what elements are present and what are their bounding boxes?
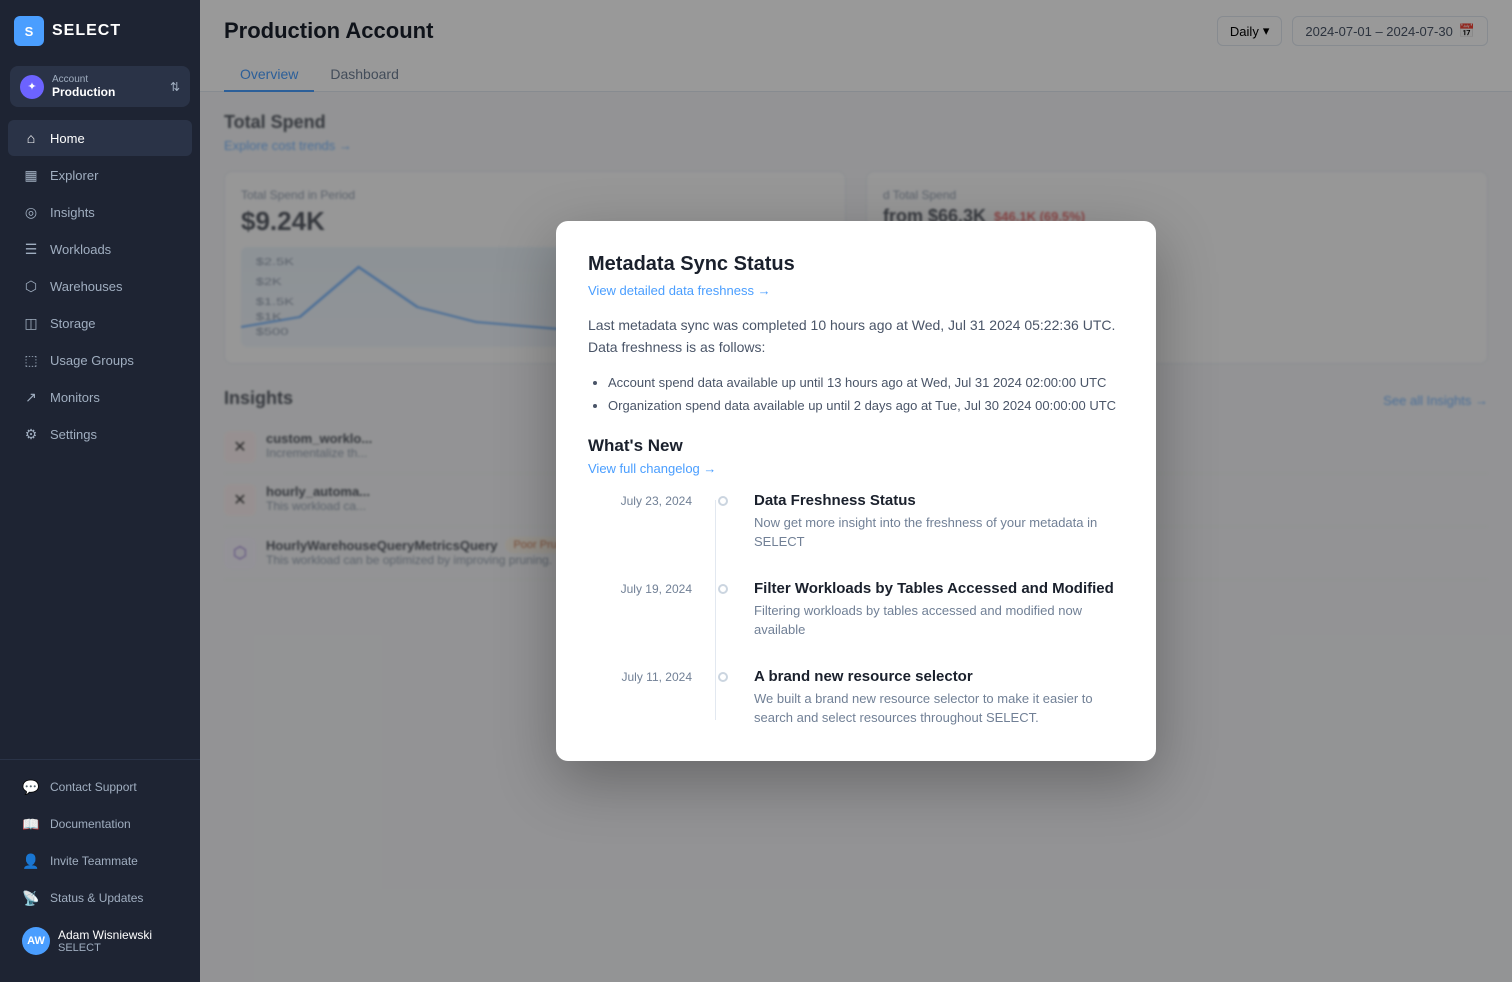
contact-support-icon: 💬 [22,778,40,796]
timeline-item-desc: Filtering workloads by tables accessed a… [754,601,1124,640]
sidebar-item-label: Invite Teammate [50,854,138,868]
user-name: Adam Wisniewski [58,928,152,942]
settings-icon: ⚙ [22,425,40,443]
sidebar-item-label: Insights [50,205,95,220]
sidebar-item-workloads[interactable]: ☰ Workloads [8,231,192,267]
whats-new-title: What's New [588,436,1124,456]
timeline-item-1: July 23, 2024 Data Freshness Status Now … [588,492,1124,552]
insights-icon: ◎ [22,203,40,221]
timeline-date: July 19, 2024 [588,580,708,596]
timeline-dot [718,496,728,506]
user-section: AW Adam Wisniewski SELECT [8,917,192,965]
nav-section: ⌂ Home ▦ Explorer ◎ Insights ☰ Workloads… [0,111,200,759]
sidebar-item-contact-support[interactable]: 💬 Contact Support [8,769,192,805]
sidebar-item-home[interactable]: ⌂ Home [8,120,192,156]
usage-groups-icon: ⬚ [22,351,40,369]
sidebar-item-settings[interactable]: ⚙ Settings [8,416,192,452]
warehouses-icon: ⬡ [22,277,40,295]
sidebar: S SELECT ✦ Account Production ⇅ ⌂ Home ▦… [0,0,200,982]
status-updates-icon: 📡 [22,889,40,907]
changelog-link[interactable]: View full changelog → [588,461,716,476]
workloads-icon: ☰ [22,240,40,258]
view-freshness-link[interactable]: View detailed data freshness → [588,283,771,298]
logo-icon: S [14,16,44,46]
modal-title: Metadata Sync Status [588,253,1124,276]
main-content: Production Account Daily ▾ 2024-07-01 – … [200,0,1512,982]
timeline-dot [718,584,728,594]
sidebar-item-usage-groups[interactable]: ⬚ Usage Groups [8,342,192,378]
sidebar-item-monitors[interactable]: ↗ Monitors [8,379,192,415]
timeline-date: July 11, 2024 [588,668,708,684]
home-icon: ⌂ [22,129,40,147]
sidebar-item-label: Warehouses [50,279,123,294]
timeline-item-desc: Now get more insight into the freshness … [754,513,1124,552]
sidebar-item-label: Storage [50,316,96,331]
invite-teammate-icon: 👤 [22,852,40,870]
account-label: Account [52,74,162,85]
bullet-item: Organization spend data available up unt… [608,396,1124,416]
sidebar-item-label: Home [50,131,85,146]
timeline-item-3: July 11, 2024 A brand new resource selec… [588,668,1124,728]
timeline-item-2: July 19, 2024 Filter Workloads by Tables… [588,580,1124,640]
metadata-sync-modal: Metadata Sync Status View detailed data … [556,221,1156,761]
modal-overlay[interactable]: Metadata Sync Status View detailed data … [200,0,1512,982]
modal-bullets: Account spend data available up until 13… [608,373,1124,416]
user-org: SELECT [58,942,152,954]
timeline-item-title: Data Freshness Status [754,492,1124,509]
storage-icon: ◫ [22,314,40,332]
sidebar-item-label: Status & Updates [50,891,143,905]
sidebar-item-storage[interactable]: ◫ Storage [8,305,192,341]
modal-description: Last metadata sync was completed 10 hour… [588,314,1124,359]
sidebar-item-label: Usage Groups [50,353,134,368]
bullet-item: Account spend data available up until 13… [608,373,1124,393]
sidebar-item-label: Documentation [50,817,131,831]
sidebar-item-label: Contact Support [50,780,137,794]
timeline-dot [718,672,728,682]
account-name: Production [52,85,162,99]
sidebar-bottom: 💬 Contact Support 📖 Documentation 👤 Invi… [0,759,200,982]
sidebar-item-label: Monitors [50,390,100,405]
sidebar-item-insights[interactable]: ◎ Insights [8,194,192,230]
sidebar-item-documentation[interactable]: 📖 Documentation [8,806,192,842]
sidebar-item-label: Explorer [50,168,98,183]
account-selector[interactable]: ✦ Account Production ⇅ [10,66,190,107]
sidebar-item-invite-teammate[interactable]: 👤 Invite Teammate [8,843,192,879]
sidebar-item-label: Workloads [50,242,111,257]
sidebar-item-explorer[interactable]: ▦ Explorer [8,157,192,193]
logo-text: SELECT [52,22,121,40]
timeline-date: July 23, 2024 [588,492,708,508]
user-avatar: AW [22,927,50,955]
sidebar-item-status-updates[interactable]: 📡 Status & Updates [8,880,192,916]
documentation-icon: 📖 [22,815,40,833]
app-logo: S SELECT [0,0,200,62]
monitors-icon: ↗ [22,388,40,406]
timeline-item-title: Filter Workloads by Tables Accessed and … [754,580,1124,597]
account-icon: ✦ [20,75,44,99]
changelog-timeline: July 23, 2024 Data Freshness Status Now … [588,492,1124,728]
sidebar-item-label: Settings [50,427,97,442]
account-chevron-icon: ⇅ [170,80,180,94]
explorer-icon: ▦ [22,166,40,184]
sidebar-item-warehouses[interactable]: ⬡ Warehouses [8,268,192,304]
timeline-item-desc: We built a brand new resource selector t… [754,689,1124,728]
timeline-item-title: A brand new resource selector [754,668,1124,685]
